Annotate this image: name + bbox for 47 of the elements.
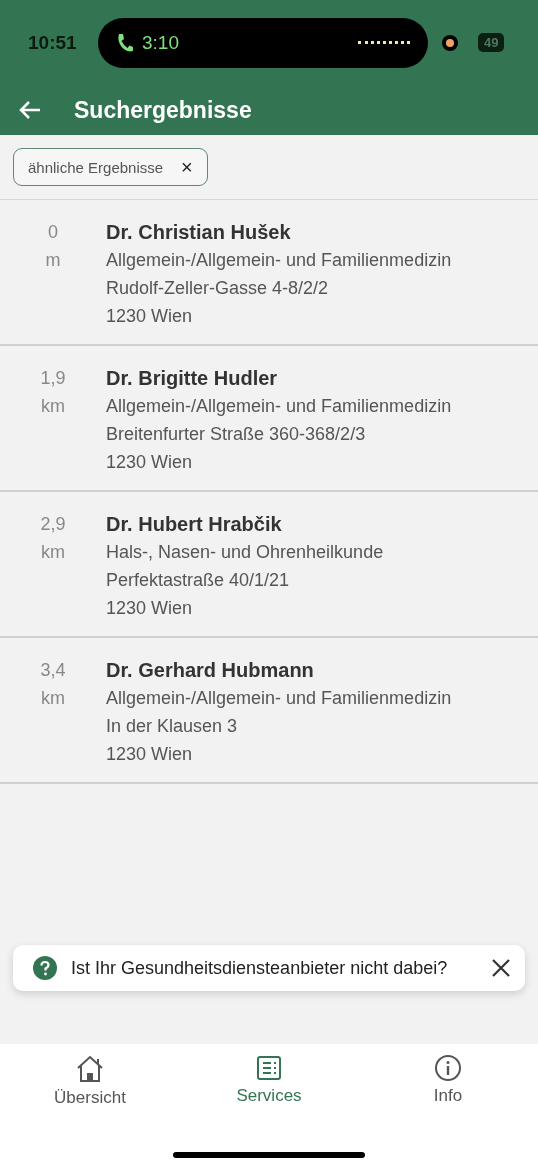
distance-value: 3,4	[40, 659, 66, 682]
info-icon	[434, 1054, 462, 1082]
city: 1230 Wien	[106, 597, 194, 620]
result-item[interactable]: 0 m Dr. Christian Hušek Allgemein-/Allgemein- und Familienmedizin Rudolf-Zeller-Gasse 4-8/2/2 1230 Wien	[0, 200, 538, 346]
specialty: Allgemein-/Allgemein- und Familienmedizin	[106, 249, 452, 272]
distance-unit: km	[41, 395, 65, 418]
distance-value: 0	[48, 221, 58, 244]
doctor-name: Dr. Hubert Hrabčik	[106, 512, 283, 537]
waveform-icon	[358, 41, 410, 44]
close-button[interactable]: ×	[181, 157, 193, 177]
call-timer: 3:10	[142, 31, 179, 54]
status-time: 10:51	[28, 31, 78, 54]
help-icon	[33, 956, 57, 980]
distance-value: 2,9	[40, 513, 66, 536]
street-address: In der Klausen 3	[106, 715, 239, 738]
doctor-name: Dr. Christian Hušek	[106, 220, 292, 245]
phone-icon	[116, 32, 134, 53]
distance-unit: km	[41, 541, 65, 564]
city: 1230 Wien	[106, 743, 194, 766]
doctor-name: Dr. Brigitte Hudler	[106, 366, 279, 391]
toast-message: Ist Ihr Gesundheitsdiensteanbieter nicht dabei?	[71, 957, 449, 980]
nav-tab[interactable]: Übersicht	[40, 1054, 140, 1108]
distance-value: 1,9	[40, 367, 66, 390]
specialty: Hals-, Nasen- und Ohrenheilkunde	[106, 541, 384, 564]
result-item[interactable]: 3,4 km Dr. Gerhard Hubmann Allgemein-/Allgemein- und Familienmedizin In der Klausen 3 1230 Wien	[0, 638, 538, 784]
page-title: Suchergebnisse	[74, 96, 252, 124]
nav-tab[interactable]: Services	[219, 1054, 319, 1108]
filter-chip-label: ähnliche Ergebnisse	[28, 158, 164, 176]
street-address: Breitenfurter Straße 360-368/2/3	[106, 423, 367, 446]
camera-indicator-icon	[442, 34, 458, 51]
close-icon[interactable]	[491, 958, 511, 978]
nav-tab[interactable]: Info	[398, 1054, 498, 1108]
street-address: Perfektastraße 40/1/21	[106, 569, 291, 592]
distance-unit: km	[41, 687, 65, 710]
city: 1230 Wien	[106, 451, 194, 474]
back-arrow-icon[interactable]	[18, 100, 42, 120]
street-address: Rudolf-Zeller-Gasse 4-8/2/2	[106, 277, 330, 300]
result-item[interactable]: 2,9 km Dr. Hubert Hrabčik Hals-, Nasen- und Ohrenheilkunde Perfektastraße 40/1/21 1230 Wien	[0, 492, 538, 638]
distance-unit: m	[45, 249, 61, 272]
specialty: Allgemein-/Allgemein- und Familienmedizin	[106, 687, 452, 710]
doctor-name: Dr. Gerhard Hubmann	[106, 658, 315, 683]
city: 1230 Wien	[106, 305, 194, 328]
specialty: Allgemein-/Allgemein- und Familienmedizin	[106, 395, 452, 418]
list-icon	[255, 1054, 283, 1082]
result-item[interactable]: 1,9 km Dr. Brigitte Hudler Allgemein-/Allgemein- und Familienmedizin Breitenfurter Straße 360-368/2/3 1230 Wien	[0, 346, 538, 492]
filter-chip[interactable]: ähnliche Ergebnisse ×	[13, 148, 208, 186]
battery-level: 49	[478, 33, 505, 52]
